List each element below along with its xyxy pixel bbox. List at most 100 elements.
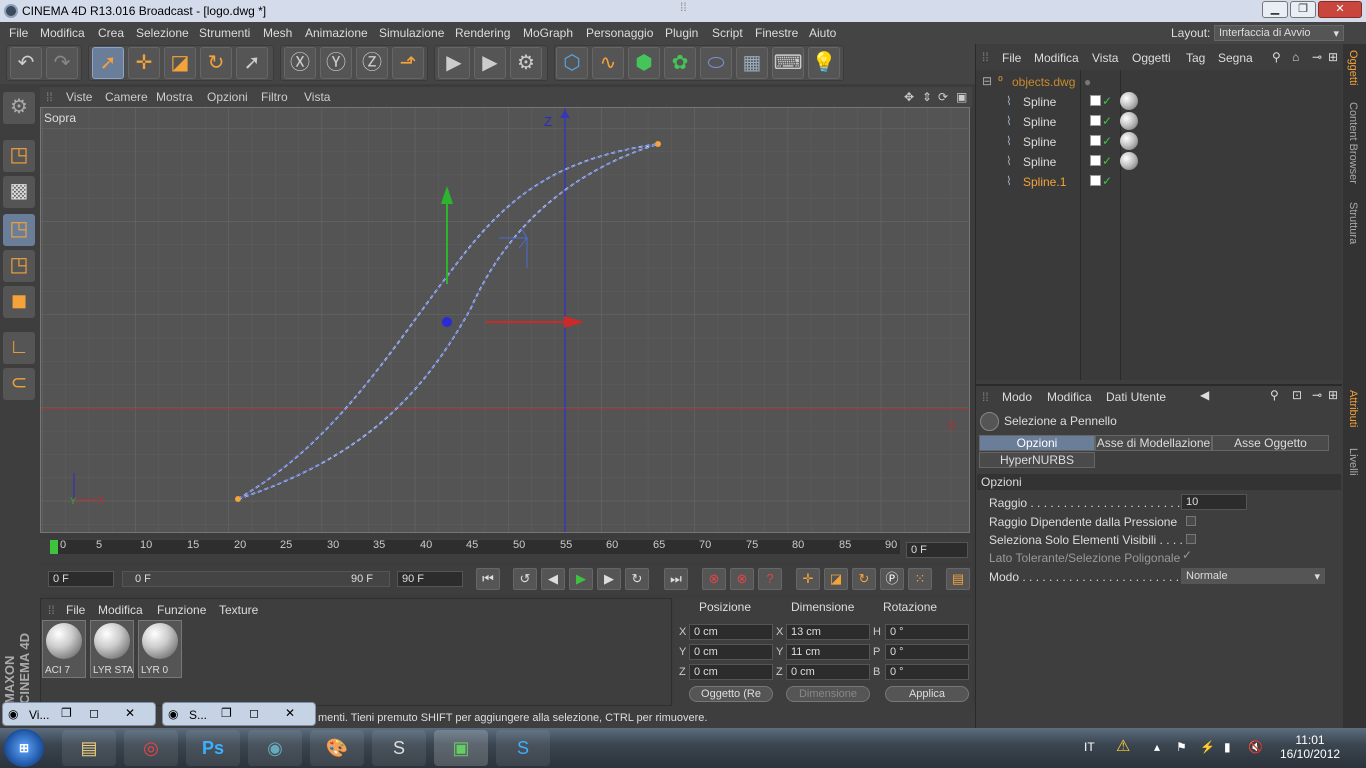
power-icon[interactable]: ⚡ [1200, 740, 1215, 754]
record-icon[interactable]: ⊗ [702, 568, 726, 590]
material-tag-icon[interactable] [1120, 152, 1138, 170]
minimize-button[interactable]: ▁ [1262, 1, 1288, 18]
previous-frame-icon[interactable]: ◀ [541, 568, 565, 590]
redo-icon[interactable]: ↷ [46, 47, 78, 79]
cube-icon[interactable]: ⬡ [556, 47, 588, 79]
search-icon[interactable]: ⚲ [1270, 388, 1279, 402]
timeline-window-icon[interactable]: ▤ [946, 568, 970, 590]
object-menu-modifica[interactable]: Modifica [1034, 51, 1079, 65]
layer-checkbox[interactable] [1090, 95, 1101, 106]
visible-only-checkbox[interactable] [1186, 534, 1196, 544]
object-row-selected[interactable]: ⌇ Spline.1 ✓ [980, 172, 1340, 192]
cinema4d-icon[interactable]: ◉ [248, 730, 302, 766]
apply-button[interactable]: Applica [885, 686, 969, 702]
material-swatch[interactable]: LYR STAI [90, 620, 134, 678]
tab-asse-oggetto[interactable]: Asse Oggetto [1212, 435, 1329, 451]
language-indicator[interactable]: IT [1084, 740, 1095, 754]
close-icon[interactable]: ✕ [285, 706, 295, 720]
home-icon[interactable]: ⌂ [1292, 50, 1299, 64]
zoom-view-icon[interactable]: ⇕ [922, 90, 932, 104]
size-y-field[interactable]: 11 cm [786, 644, 870, 660]
layer-checkbox[interactable] [1090, 135, 1101, 146]
y-axis-lock-icon[interactable]: Ⓨ [320, 47, 352, 79]
pan-view-icon[interactable]: ✥ [904, 90, 914, 104]
close-button[interactable]: ✕ [1318, 1, 1362, 18]
link-icon[interactable]: ⊸ [1312, 50, 1322, 64]
position-z-field[interactable]: 0 cm [689, 664, 773, 680]
raggio-field[interactable]: 10 [1181, 494, 1247, 510]
menu-selezione[interactable]: Selezione [136, 26, 189, 40]
side-tab-struttura[interactable]: Struttura [1347, 202, 1359, 244]
start-frame-field[interactable]: 0 F [48, 571, 114, 587]
render-picture-viewer-icon[interactable]: ▶ [474, 47, 506, 79]
dimension-mode-dropdown[interactable]: Dimensione [786, 686, 870, 702]
subdivision-surface-icon[interactable]: ⬢ [628, 47, 660, 79]
modo-dropdown[interactable]: Normale ▾ [1181, 568, 1325, 584]
restore-icon[interactable]: ❐ [221, 706, 232, 720]
restore-icon[interactable]: ❐ [61, 706, 72, 720]
back-arrow-icon[interactable]: ◀ [1200, 388, 1209, 402]
camera-icon[interactable]: ⌨ [772, 47, 804, 79]
layer-checkbox[interactable] [1090, 115, 1101, 126]
coordinate-system-icon[interactable]: ⬏ [392, 47, 424, 79]
material-tag-icon[interactable] [1120, 112, 1138, 130]
side-tab-content-browser[interactable]: Content Browser [1347, 102, 1359, 184]
current-frame-field[interactable]: 0 F [906, 542, 968, 558]
material-menu-file[interactable]: File [66, 603, 85, 617]
object-menu-oggetti[interactable]: Oggetti [1132, 51, 1171, 65]
coordinate-mode-dropdown[interactable]: Oggetto (Re [689, 686, 773, 702]
viewport-menu-viste[interactable]: Viste [66, 90, 92, 104]
material-tag-icon[interactable] [1120, 132, 1138, 150]
object-menu-file[interactable]: File [1002, 51, 1021, 65]
live-selection-icon[interactable]: ➚ [92, 47, 124, 79]
make-editable-icon[interactable]: ⚙ [3, 92, 35, 124]
size-z-field[interactable]: 0 cm [786, 664, 870, 680]
layer-checkbox[interactable] [1090, 175, 1101, 186]
menu-crea[interactable]: Crea [98, 26, 124, 40]
menu-plugin[interactable]: Plugin [665, 26, 698, 40]
autokey-icon[interactable]: ⊗ [730, 568, 754, 590]
z-axis-lock-icon[interactable]: Ⓩ [356, 47, 388, 79]
menu-aiuto[interactable]: Aiuto [809, 26, 836, 40]
checkmark-icon[interactable]: ✓ [1102, 114, 1112, 128]
minimized-window[interactable]: ◉ S... ❐ ◻ ✕ [162, 702, 316, 726]
frame-range-slider[interactable]: 0 F 90 F [122, 571, 390, 587]
maximize-icon[interactable]: ◻ [249, 706, 259, 720]
link-icon[interactable]: ⊸ [1312, 388, 1322, 402]
points-mode-icon[interactable]: ◳ [3, 214, 35, 246]
material-swatch[interactable]: ACI 7 [42, 620, 86, 678]
maximize-icon[interactable]: ◻ [89, 706, 99, 720]
tab-hypernurbs[interactable]: HyperNURBS [979, 452, 1095, 468]
render-view-icon[interactable]: ▶ [438, 47, 470, 79]
object-menu-vista[interactable]: Vista [1092, 51, 1118, 65]
maximize-view-icon[interactable]: ▣ [956, 90, 967, 104]
side-tab-attributi[interactable]: Attributi [1347, 390, 1359, 427]
material-menu-modifica[interactable]: Modifica [98, 603, 143, 617]
chrome-icon[interactable]: ◎ [124, 730, 178, 766]
rotation-p-field[interactable]: 0 ° [885, 644, 969, 660]
new-panel-icon[interactable]: ⊞ [1328, 50, 1338, 64]
go-to-start-icon[interactable]: ⏮ [476, 568, 500, 590]
checkmark-icon[interactable]: ✓ [1102, 134, 1112, 148]
layout-select[interactable]: Interfaccia di Avvio ▾ [1214, 25, 1344, 41]
start-button[interactable]: ⊞ [4, 729, 44, 767]
network-icon[interactable]: ▮ [1224, 740, 1231, 754]
end-frame-field[interactable]: 90 F [397, 571, 463, 587]
remote-icon[interactable]: ▣ [434, 730, 488, 766]
next-frame-icon[interactable]: ▶ [597, 568, 621, 590]
key-points-icon[interactable]: ⁙ [908, 568, 932, 590]
material-swatch[interactable]: LYR 0 [138, 620, 182, 678]
position-y-field[interactable]: 0 cm [689, 644, 773, 660]
texture-mode-icon[interactable]: ▩ [3, 176, 35, 208]
attr-menu-dati-utente[interactable]: Dati Utente [1106, 390, 1166, 404]
layer-checkbox[interactable] [1090, 155, 1101, 166]
axis-mode-icon[interactable]: ∟ [3, 332, 35, 364]
side-tab-livelli[interactable]: Livelli [1347, 448, 1359, 476]
viewport-menu-mostra[interactable]: Mostra [156, 90, 193, 104]
material-menu-funzione[interactable]: Funzione [157, 603, 206, 617]
next-key-icon[interactable]: ↻ [625, 568, 649, 590]
volume-muted-icon[interactable]: 🔇 [1248, 740, 1263, 754]
object-row[interactable]: ⌇ Spline ✓ [980, 132, 1340, 152]
floor-icon[interactable]: ▦ [736, 47, 768, 79]
object-row-root[interactable]: ⊟ ⁰ objects.dwg ● [980, 72, 1340, 92]
